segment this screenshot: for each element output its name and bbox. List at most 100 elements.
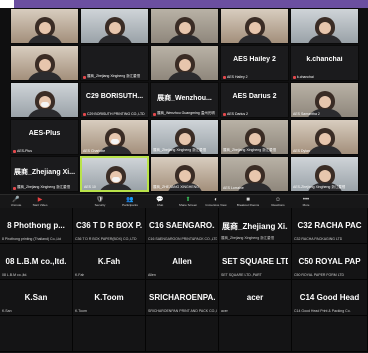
participant-body <box>27 109 63 117</box>
participant-name: k.chanchai <box>306 56 343 63</box>
tile-caption: 展商_Zhejiang Xingheng 浙江星恒 <box>17 185 71 189</box>
participant-cell[interactable]: C32 RACHA PAC C32 RACHA PACKAGING LTD <box>292 208 368 244</box>
tile-caption: AES Darius 2 <box>227 112 249 116</box>
participant-name: 展商_Zhejiang Xi... <box>222 222 288 231</box>
participant-face <box>319 96 331 108</box>
video-tile[interactable]: 展商_Zhejiang Xingheng 浙江星恒 <box>150 119 219 155</box>
participant-subname: K.Toom <box>75 309 87 313</box>
participant-name: K.San <box>24 293 48 302</box>
video-tile[interactable] <box>10 82 79 118</box>
participant-cell[interactable] <box>0 316 73 352</box>
participant-body <box>307 146 343 154</box>
participant-cell[interactable] <box>146 316 219 352</box>
muted-mic-icon <box>153 113 156 116</box>
participant-subname: C50 ROYAL PAPER FORM LTD <box>294 273 345 277</box>
tile-caption: C29 BORISUTH PRINTING CO.,LTD <box>87 112 145 116</box>
participant-face <box>319 170 331 182</box>
video-tile[interactable]: AES Charlotte <box>80 119 149 155</box>
participant-name: 展商_Zhejiang Xi... <box>13 169 76 176</box>
tile-caption: AES Charlotte <box>83 149 106 153</box>
tile-caption: 展商_Zhejiang Xingheng 浙江星恒 <box>87 74 141 78</box>
participant-cell[interactable]: C16 SAENGARO... C16 SAENGAROON PRINT&PACK… <box>146 208 219 244</box>
video-tile[interactable]: 展商_Zhejiang Xingheng 浙江星恒 <box>80 45 149 81</box>
tile-caption: AES Dylan <box>293 149 310 153</box>
participant-face <box>109 22 121 34</box>
video-tile[interactable] <box>290 8 359 44</box>
reactions-button[interactable]: ☺ Reactions <box>266 197 290 208</box>
tile-caption: AES Samantha 2 <box>293 112 320 116</box>
muted-mic-icon <box>83 76 86 79</box>
participant-cell[interactable]: SRICHAROENPA... SRICHAROENPAN PRINT AND P… <box>146 280 219 316</box>
participant-cell[interactable]: K.San K.San <box>0 280 73 316</box>
muted-mic-icon <box>83 113 86 116</box>
participant-face <box>179 170 191 182</box>
active-speaker-tile[interactable]: AES 10 <box>80 156 149 192</box>
video-tile[interactable] <box>150 45 219 81</box>
unmute-button[interactable]: 🎤 Unmute <box>4 197 28 208</box>
participant-face <box>179 133 191 145</box>
video-tile[interactable]: AES Hailey 2 AES Hailey 2 <box>220 45 289 81</box>
immersive-view-label: Immersive View <box>205 203 227 207</box>
more-button[interactable]: ••• More <box>294 197 318 208</box>
participant-cell[interactable]: 08 L.B.M co.,ltd. 08 L.B.M co.,ltd. <box>0 244 73 280</box>
video-tile[interactable]: AES Lorraine <box>220 156 289 192</box>
participant-subname: C32 RACHA PACKAGING LTD <box>294 237 343 241</box>
video-tile[interactable]: AES Samantha 2 <box>290 82 359 118</box>
video-tile[interactable]: 展商_Zhejiang Xi... 展商_Zhejiang Xingheng 浙江… <box>10 156 79 192</box>
video-tile[interactable]: AES Darius 2 AES Darius 2 <box>220 82 289 118</box>
tile-caption: AES Lorraine <box>223 186 244 190</box>
participant-name: K.Fah <box>97 257 121 266</box>
participant-cell[interactable]: SET SQUARE LTD... SET SQUARE LTD.,PART <box>219 244 292 280</box>
video-tile[interactable]: k.chanchai k.chanchai <box>290 45 359 81</box>
tile-caption: AES Hailey 2 <box>227 75 248 79</box>
participant-cell[interactable]: 展商_Zhejiang Xi... 展商_Zhejiang Xingheng 浙江… <box>219 208 292 244</box>
participants-button[interactable]: 👥 Participants <box>118 197 142 208</box>
video-tile[interactable] <box>10 45 79 81</box>
participant-name: acer <box>246 293 264 302</box>
breakout-rooms-button[interactable]: ■ Breakout Rooms <box>236 197 260 208</box>
participant-cell[interactable]: acer acer <box>219 280 292 316</box>
share-screen-button[interactable]: ⬆ Share Screen <box>176 197 200 208</box>
video-tile[interactable] <box>80 8 149 44</box>
participant-grid: 8 Phothong p... 8 Phothong printing (Thai… <box>0 208 368 353</box>
video-tile[interactable] <box>150 8 219 44</box>
video-tile[interactable]: 展商_ZHEJIANG XINGHENG <box>150 156 219 192</box>
participant-cell[interactable]: Allen Allen <box>146 244 219 280</box>
video-tile[interactable]: C29 BORISUTH... C29 BORISUTH PRINTING CO.… <box>80 82 149 118</box>
participant-name: 08 L.B.M co.,ltd. <box>5 257 67 266</box>
meeting-toolbar: 🎤 Unmute ▶ Start Video 🛡 Security 👥 Particip… <box>0 194 368 209</box>
participant-name: SRICHAROENPA... <box>149 293 215 302</box>
video-tile[interactable]: AES-Zhejiang Xingheng 浙江星恒 <box>290 156 359 192</box>
participant-cell[interactable]: C50 ROYAL PAP C50 ROYAL PAPER FORM LTD <box>292 244 368 280</box>
tile-caption: 展商_Wenzhou Guangming 温州光明 <box>157 111 215 115</box>
participant-subname: K.San <box>2 309 12 313</box>
participant-cell[interactable] <box>292 316 368 352</box>
immersive-view-button[interactable]: ◐ Immersive View <box>204 197 228 208</box>
start-video-button[interactable]: ▶ Start Video <box>28 197 52 208</box>
chat-button[interactable]: 💬 Chat <box>148 197 172 208</box>
participants-label: Participants <box>122 203 138 207</box>
participant-cell[interactable]: 8 Phothong p... 8 Phothong printing (Thai… <box>0 208 73 244</box>
participant-name: C50 ROYAL PAP <box>298 257 361 266</box>
participant-face <box>39 59 51 71</box>
participant-cell[interactable] <box>219 316 292 352</box>
video-tile[interactable]: AES-Plus AES-Plus <box>10 119 79 155</box>
participant-name: AES-Plus <box>28 130 61 137</box>
zoom-window: 展商_Zhejiang Xingheng 浙江星恒 AES Hailey 2 AE… <box>0 0 368 353</box>
participant-cell[interactable]: K.Fah K.Fah <box>73 244 146 280</box>
video-tile[interactable]: AES Dylan <box>290 119 359 155</box>
participant-body <box>27 35 63 43</box>
security-button[interactable]: 🛡 Security <box>88 197 112 208</box>
video-tile[interactable]: 展商_Zhejiang Xingheng 浙江星恒 <box>220 119 289 155</box>
video-tile[interactable]: 展商_Wenzhou... 展商_Wenzhou Guangming 温州光明 <box>150 82 219 118</box>
participant-cell[interactable]: K.Toom K.Toom <box>73 280 146 316</box>
video-tile[interactable] <box>220 8 289 44</box>
participant-body <box>307 35 343 43</box>
participant-face <box>179 59 191 71</box>
participant-cell[interactable]: C36 T D R BOX P... C36 T D R BOX PAPER(BO… <box>73 208 146 244</box>
participant-name: AES Darius 2 <box>232 93 277 100</box>
participant-cell[interactable] <box>73 316 146 352</box>
participant-cell[interactable]: C14 Good Head C14 Good Head Print & Packi… <box>292 280 368 316</box>
participant-face <box>179 22 191 34</box>
video-tile[interactable] <box>10 8 79 44</box>
